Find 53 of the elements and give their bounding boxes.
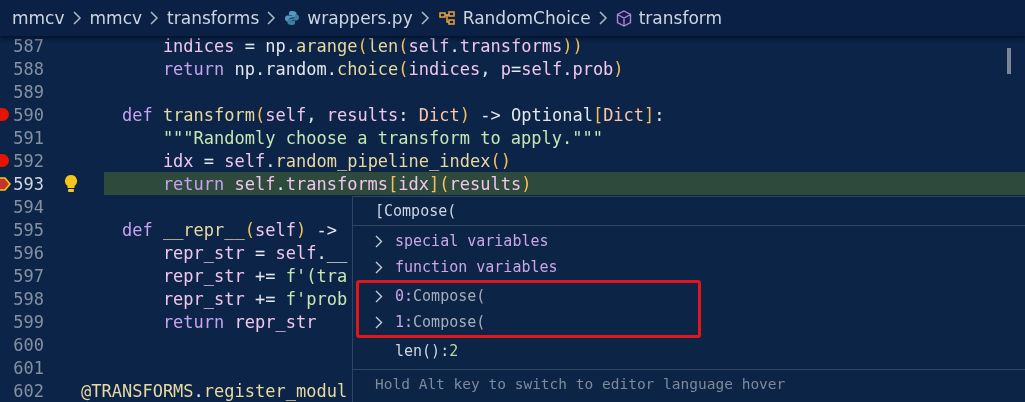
line-number: 593 bbox=[12, 173, 44, 194]
line-number: 600 bbox=[12, 334, 44, 355]
line-number: 591 bbox=[12, 127, 44, 148]
breadcrumb-item[interactable]: wrappers.py bbox=[284, 8, 413, 28]
code-line: indices = np.arange(len(self.transforms)) bbox=[162, 35, 583, 56]
line-number: 588 bbox=[12, 58, 44, 79]
breadcrumb-item[interactable]: transform bbox=[615, 8, 723, 28]
code-line: idx = self.random_pipeline_index() bbox=[162, 150, 511, 171]
line-number: 597 bbox=[12, 265, 44, 286]
variable-row[interactable]: function variables bbox=[353, 254, 1025, 280]
class-icon bbox=[437, 10, 456, 26]
line-number: 589 bbox=[12, 81, 44, 102]
line-number: 602 bbox=[12, 380, 44, 401]
code-line: repr_str += f'prob bbox=[162, 288, 348, 309]
code-line: return self.transforms[idx](results) bbox=[162, 173, 532, 194]
chevron-icon bbox=[150, 11, 160, 25]
cube-icon bbox=[615, 9, 632, 27]
hover-title: [Compose( bbox=[353, 197, 1025, 226]
breadcrumb-item[interactable]: transforms bbox=[167, 8, 260, 28]
chevron-icon bbox=[598, 11, 608, 25]
code-line: def transform(self, results: Dict) -> Optional[Dict]: bbox=[121, 104, 665, 125]
chevron-icon bbox=[420, 11, 430, 25]
variable-row[interactable]: special variables bbox=[353, 228, 1025, 254]
line-number: 595 bbox=[12, 219, 44, 240]
line-number: 601 bbox=[12, 357, 44, 378]
chevron-icon bbox=[72, 11, 82, 25]
line-number: 598 bbox=[12, 288, 44, 309]
breadcrumb-item[interactable]: RandomChoice bbox=[437, 8, 591, 28]
code-line: def __repr__(self) -> bbox=[121, 219, 337, 240]
chevron-icon bbox=[267, 11, 277, 25]
code-line: return repr_str bbox=[162, 311, 317, 332]
line-number: 599 bbox=[12, 311, 44, 332]
line-number: 594 bbox=[12, 196, 44, 217]
breadcrumb-item[interactable]: mmcv bbox=[12, 8, 65, 28]
variable-row[interactable]: len():2 bbox=[353, 338, 1025, 364]
code-line: @TRANSFORMS.register_modul bbox=[81, 380, 348, 401]
lightbulb-icon[interactable] bbox=[64, 174, 78, 193]
code-line: """Randomly choose a transform to apply.""" bbox=[162, 127, 603, 148]
breakpoint-icon[interactable] bbox=[0, 108, 9, 121]
variable-row[interactable]: 1:Compose( bbox=[359, 309, 698, 335]
line-number: 587 bbox=[12, 35, 44, 56]
line-number: 592 bbox=[12, 150, 44, 171]
code-line: repr_str = self.__ bbox=[162, 242, 348, 263]
line-number: 590 bbox=[12, 104, 44, 125]
scrollbar-thumb[interactable] bbox=[1007, 48, 1011, 74]
hover-hint: Hold Alt key to switch to editor language hover bbox=[353, 369, 1025, 400]
line-number: 596 bbox=[12, 242, 44, 263]
breakpoint-icon[interactable] bbox=[0, 154, 9, 167]
code-line: repr_str += f'(tra bbox=[162, 265, 348, 286]
breadcrumb-item[interactable]: mmcv bbox=[89, 8, 143, 28]
code-line: return np.random.choice(indices, p=self.prob) bbox=[162, 58, 624, 79]
variable-row[interactable]: 0:Compose( bbox=[359, 283, 698, 309]
snake-icon bbox=[284, 10, 301, 26]
